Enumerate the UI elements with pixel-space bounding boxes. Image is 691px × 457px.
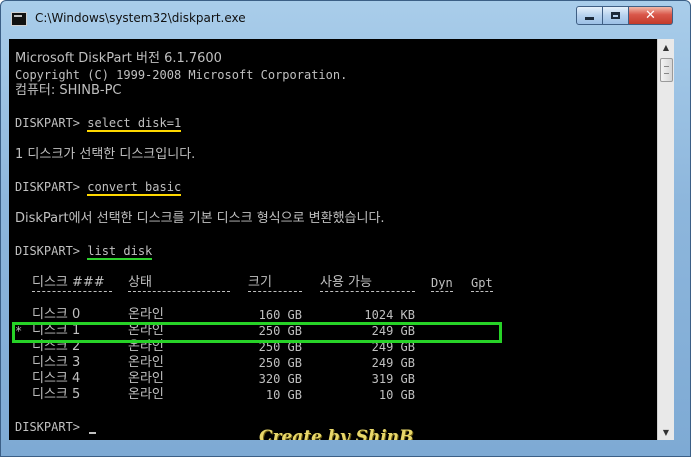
watermark: Create by ShinB [259,427,414,440]
title-bar[interactable]: C:\Windows\system32\diskpart.exe ✕ [1,1,690,39]
cell-size: 160 GB [258,308,302,322]
cell-size: 250 GB [258,356,302,370]
maximize-button[interactable] [603,6,629,25]
table-row: 디스크 5 온라인 10 GB 10 GB [15,387,415,403]
minimize-button[interactable] [576,6,603,25]
col-header-size: 크기 [248,275,272,290]
cell-free: 249 GB [371,356,415,370]
table-row: 디스크 4 온라인 320 GB 319 GB [15,371,415,387]
col-header-gpt: Gpt [471,276,493,290]
scroll-down-arrow-icon[interactable]: ▼ [658,424,674,440]
col-header-free: 사용 가능 [320,275,372,290]
window-title: C:\Windows\system32\diskpart.exe [35,11,246,25]
cell-status: 온라인 [128,307,164,322]
table-row: 디스크 3 온라인 250 GB 249 GB [15,355,415,371]
prompt: DISKPART> [15,116,88,130]
command-list-disk: list disk [87,244,153,260]
command-line: DISKPART> list disk [15,243,385,260]
minimize-icon [585,17,594,20]
maximize-icon [611,12,620,19]
final-prompt: DISKPART> [15,420,88,434]
vertical-scrollbar[interactable]: ▲ ▼ [657,39,674,440]
close-icon: ✕ [645,8,656,23]
prompt: DISKPART> [15,180,88,194]
table-header: 디스크 ### 상태 크기 사용 가능 Dyn Gpt [15,275,493,291]
close-button[interactable]: ✕ [629,6,673,25]
col-header-disk: 디스크 ### [32,275,105,290]
console-header-line: Copyright (C) 1999-2008 Microsoft Corpor… [15,68,348,82]
console-window: C:\Windows\system32\diskpart.exe ✕ Micro… [0,0,691,457]
table-row: 디스크 0 온라인 160 GB 1024 KB [15,307,415,323]
col-header-dyn: Dyn [431,276,453,290]
cell-free: 10 GB [378,388,415,402]
cell-disk: 디스크 3 [32,355,81,370]
cell-size: 10 GB [265,388,302,402]
caption-buttons: ✕ [576,6,673,26]
prompt: DISKPART> [15,244,88,258]
scroll-up-arrow-icon[interactable]: ▲ [658,39,674,55]
cell-disk: 디스크 4 [32,371,81,386]
cell-status: 온라인 [128,371,164,386]
cell-free: 319 GB [371,372,415,386]
cell-status: 온라인 [128,387,164,402]
console-header-line: 컴퓨터: SHINB-PC [15,83,122,98]
scroll-thumb[interactable] [660,58,673,82]
console-header-line: Microsoft DiskPart 버전 6.1.7600 [15,51,222,66]
cell-free: 1024 KB [364,308,415,322]
cell-size: 320 GB [258,372,302,386]
command-result: DiskPart에서 선택한 디스크를 기본 디스크 형식으로 변환했습니다. [15,211,385,226]
console-app-icon[interactable] [11,12,27,26]
text-cursor [89,432,97,434]
command-line: DISKPART> convert basic [15,179,385,196]
command-result: 1 디스크가 선택한 디스크입니다. [15,147,196,162]
cell-status: 온라인 [128,355,164,370]
cell-disk: 디스크 0 [32,307,81,322]
command-select-disk: select disk=1 [87,116,182,132]
selected-disk-highlight [12,322,502,343]
cell-disk: 디스크 5 [32,387,81,402]
console-output[interactable]: Microsoft DiskPart 버전 6.1.7600 Copyright… [9,39,657,440]
command-line: DISKPART> select disk=1 [15,115,385,132]
command-convert-basic: convert basic [87,180,182,196]
table-separator [15,291,493,307]
col-header-status: 상태 [128,275,152,290]
